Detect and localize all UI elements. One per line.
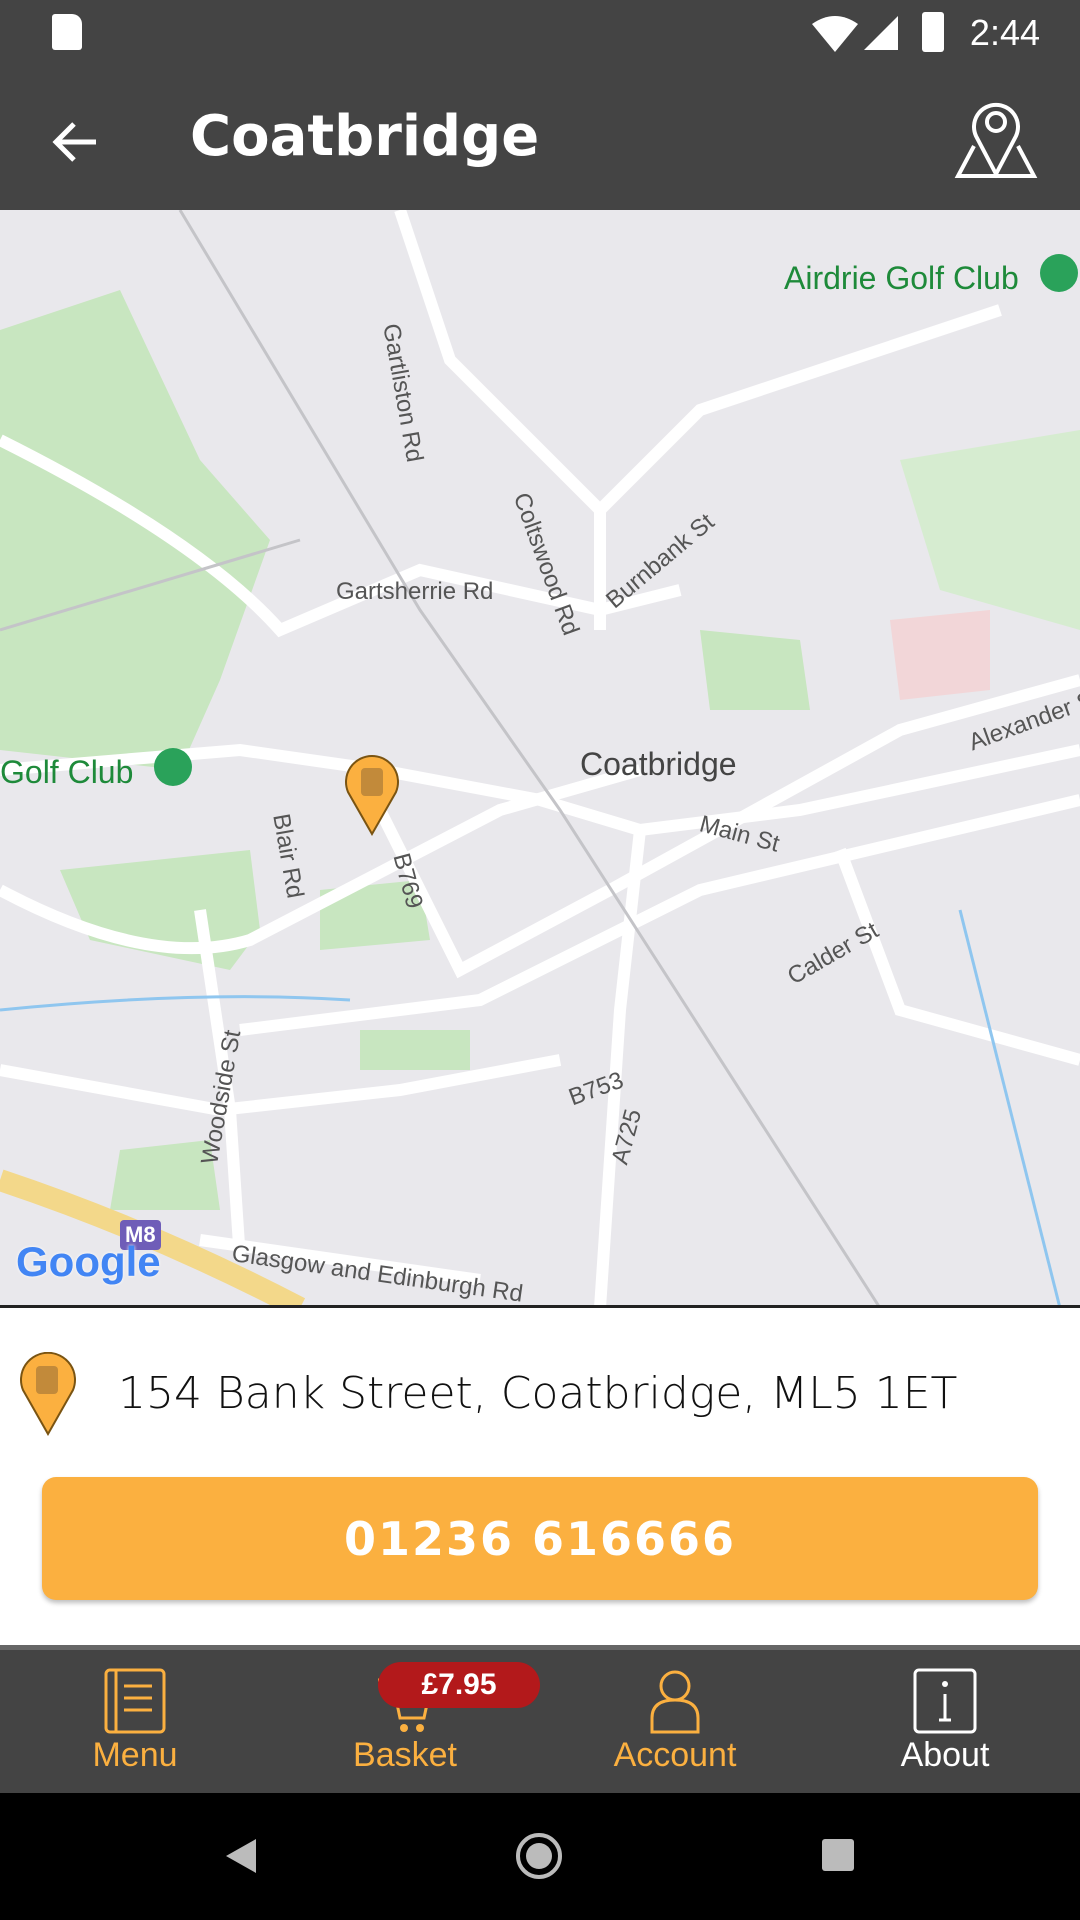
map-label-gartsherrie: Gartsherrie Rd [336, 578, 494, 605]
nav-account[interactable]: Account [540, 1650, 810, 1793]
map-label-airdrie-golf: Airdrie Golf Club [784, 260, 1019, 296]
call-phone-button[interactable]: 01236 616666 [42, 1477, 1038, 1600]
nav-account-label: Account [613, 1736, 737, 1774]
signal-icon [864, 16, 898, 50]
nav-about-label: About [900, 1736, 990, 1774]
store-address: 154 Bank Street, Coatbridge, ML5 1ET [118, 1368, 958, 1419]
nav-about[interactable]: About [810, 1650, 1080, 1793]
store-marker-icon[interactable] [344, 754, 400, 836]
phone-number: 01236 616666 [343, 1511, 737, 1566]
golf-icon [154, 748, 192, 786]
recents-square-icon[interactable] [822, 1839, 854, 1871]
map-label-coatbridge: Coatbridge [580, 746, 737, 782]
google-logo: Google [16, 1238, 161, 1285]
clock: 2:44 [969, 12, 1040, 53]
home-circle-icon[interactable] [514, 1831, 564, 1881]
nav-menu[interactable]: Menu [0, 1650, 270, 1793]
page-title: Coatbridge [190, 104, 540, 169]
back-arrow-icon[interactable] [50, 120, 100, 164]
status-bar: 2:44 [0, 0, 1080, 74]
sd-card-icon [52, 14, 82, 50]
person-icon [650, 1670, 700, 1734]
bottom-nav: Menu Basket £7.95 Account About [0, 1645, 1080, 1793]
system-nav-bar [0, 1793, 1080, 1920]
info-icon [913, 1668, 977, 1734]
battery-icon [922, 12, 944, 52]
wifi-icon [812, 16, 858, 52]
nav-menu-label: Menu [92, 1736, 178, 1774]
menu-book-icon [104, 1668, 166, 1734]
address-row: 154 Bank Street, Coatbridge, ML5 1ET [0, 1350, 1080, 1440]
map-view[interactable]: Airdrie Golf Club Golf Club Coatbridge G… [0, 210, 1080, 1308]
map-label-golf-club: Golf Club [0, 754, 134, 790]
app-bar: Coatbridge [0, 74, 1080, 210]
basket-total-badge: £7.95 [378, 1662, 540, 1708]
back-triangle-icon[interactable] [224, 1837, 258, 1875]
store-location-icon [20, 1352, 76, 1436]
nav-basket-label: Basket [353, 1736, 457, 1774]
golf-icon [1040, 254, 1078, 292]
map-pin-icon[interactable] [954, 96, 1038, 180]
